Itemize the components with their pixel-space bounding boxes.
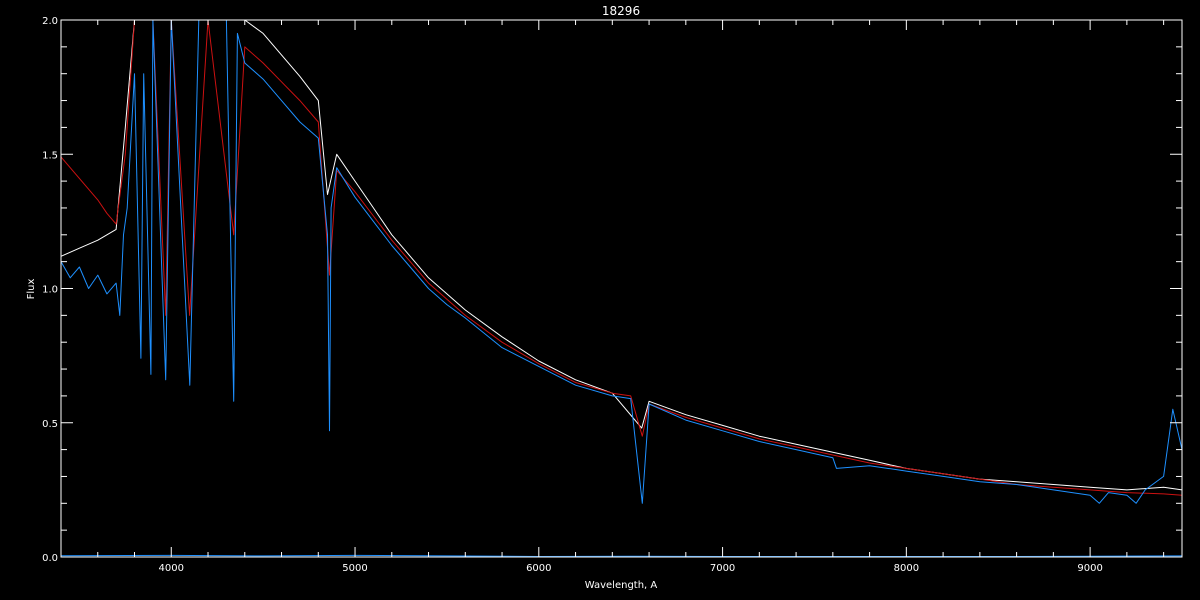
series-1-line [60, 19, 1183, 496]
series-0-line [60, 19, 1183, 491]
series-2-line [60, 19, 1183, 504]
y-tick-label: 2.0 [42, 16, 58, 27]
ticks-layer: 4000 5000 6000 7000 8000 9000 0.0 0.5 1.0 1.5 2.0 [42, 16, 1182, 574]
y-axis-label: Flux [26, 279, 37, 300]
y-tick-label: 0.0 [42, 553, 58, 564]
x-tick-label: 9000 [1077, 563, 1102, 574]
y-tick-label: 1.5 [42, 150, 58, 161]
x-axis-label: Wavelength, A [585, 580, 658, 591]
x-tick-label: 5000 [342, 563, 367, 574]
chart-title: 18296 [602, 4, 640, 18]
x-tick-label: 7000 [710, 563, 735, 574]
spectrum-chart: 18296 4000 5000 6000 7000 8000 9000 0.0 0.5 1.0 1… [26, 4, 1183, 591]
y-tick-label: 1.0 [42, 285, 58, 296]
series-layer [60, 19, 1183, 557]
series-3-line [60, 554, 1183, 557]
plot-frame [60, 19, 1183, 558]
x-tick-label: 8000 [894, 563, 919, 574]
x-tick-label: 6000 [526, 563, 551, 574]
x-tick-label: 4000 [159, 563, 184, 574]
y-tick-label: 0.5 [42, 419, 58, 430]
